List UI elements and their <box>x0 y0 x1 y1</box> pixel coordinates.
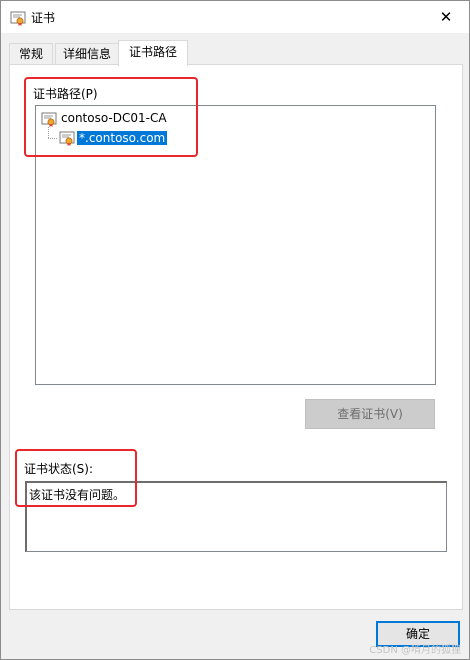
button-label: 查看证书(V) <box>337 407 403 421</box>
tab-general[interactable]: 常规 <box>9 43 53 64</box>
tab-label: 证书路径 <box>128 45 177 59</box>
close-button[interactable]: ✕ <box>423 1 469 32</box>
title-bar: 证书 ✕ <box>1 1 469 33</box>
close-icon: ✕ <box>439 7 453 26</box>
highlight-box-path <box>24 77 198 157</box>
window-title: 证书 <box>31 11 56 25</box>
highlight-box-status <box>15 449 137 507</box>
tab-label: 常规 <box>18 47 43 61</box>
watermark: CSDN @啃月的狐狸 <box>369 645 461 656</box>
certificate-icon <box>10 11 26 26</box>
view-certificate-button[interactable]: 查看证书(V) <box>305 399 435 429</box>
tab-certification-path[interactable]: 证书路径 <box>118 40 188 66</box>
tab-details[interactable]: 详细信息 <box>55 43 119 64</box>
button-label: 确定 <box>405 627 430 641</box>
tab-label: 详细信息 <box>62 47 111 61</box>
